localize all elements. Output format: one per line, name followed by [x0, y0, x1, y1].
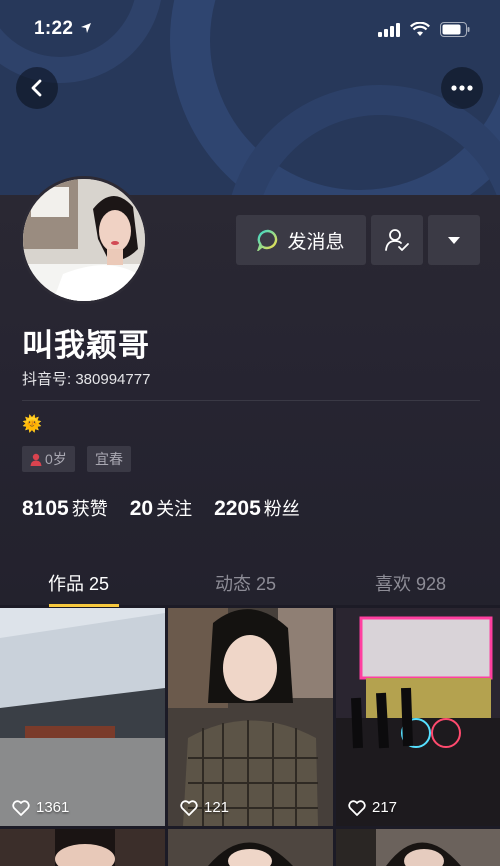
stat-value: 20 — [129, 497, 154, 520]
like-count-value: 217 — [372, 799, 398, 816]
chat-bubble-icon — [257, 229, 278, 251]
status-time: 1:22 — [34, 18, 74, 39]
send-message-button[interactable]: 发消息 — [236, 215, 366, 265]
video-grid: 1361 121 217 — [0, 608, 500, 866]
age-tag: 0岁 — [22, 446, 75, 472]
stat-value: 8105 — [22, 497, 69, 520]
bio-emoji: 🌞 — [22, 416, 42, 433]
active-tab-indicator — [49, 604, 119, 607]
battery-icon — [440, 22, 470, 37]
like-count-value: 121 — [204, 799, 230, 816]
stat-label: 获赞 — [71, 499, 108, 519]
video-thumbnail[interactable] — [336, 829, 500, 866]
stat-value: 2205 — [214, 497, 261, 520]
more-options-button[interactable] — [441, 67, 483, 109]
send-message-label: 发消息 — [287, 231, 345, 253]
female-user-icon — [30, 453, 42, 466]
video-thumbnail-image — [336, 608, 500, 826]
douyin-id: 抖音号: 380994777 — [22, 371, 151, 388]
stat-label: 关注 — [156, 499, 193, 519]
stat-following[interactable]: 20 关注 — [130, 495, 192, 521]
video-thumbnail-image — [0, 608, 165, 826]
avatar[interactable] — [20, 176, 148, 304]
heart-icon — [180, 799, 198, 816]
location-arrow-icon — [81, 23, 91, 33]
video-thumbnail[interactable]: 217 — [336, 608, 500, 826]
divider — [22, 400, 480, 401]
caret-down-icon — [448, 236, 460, 244]
video-thumbnail-image — [168, 608, 333, 826]
status-bar: 1:22 — [0, 0, 500, 60]
video-thumbnail[interactable]: 121 — [168, 608, 333, 826]
more-actions-dropdown[interactable] — [428, 215, 480, 265]
video-thumbnail[interactable]: 1361 — [0, 608, 165, 826]
like-count: 121 — [180, 799, 229, 816]
tab-dynamics[interactable]: 动态 25 — [215, 570, 276, 596]
stat-likes[interactable]: 8105 获赞 — [22, 495, 108, 521]
stat-label: 粉丝 — [263, 499, 300, 519]
chevron-left-icon — [31, 79, 42, 97]
heart-icon — [348, 799, 366, 816]
cellular-signal-icon — [378, 22, 400, 37]
avatar-photo — [23, 179, 145, 301]
user-check-icon — [385, 229, 409, 251]
tab-works[interactable]: 作品 25 — [48, 570, 109, 596]
age-label: 0岁 — [45, 451, 67, 467]
like-count: 217 — [348, 799, 397, 816]
back-button[interactable] — [16, 67, 58, 109]
wifi-icon — [410, 22, 430, 36]
location-label: 宜春 — [95, 451, 123, 467]
profile-name: 叫我颖哥 — [22, 328, 150, 363]
video-thumbnail-image — [336, 829, 500, 866]
like-count-value: 1361 — [36, 799, 70, 816]
video-thumbnail[interactable] — [0, 829, 165, 866]
followed-button[interactable] — [371, 215, 423, 265]
profile-stats: 8105 获赞 20 关注 2205 粉丝 — [22, 495, 300, 521]
video-thumbnail-image — [0, 829, 165, 866]
heart-icon — [12, 799, 30, 816]
video-thumbnail[interactable] — [168, 829, 333, 866]
content-tabs: 作品 25 动态 25 喜欢 928 — [0, 560, 500, 608]
location-tag: 宜春 — [87, 446, 131, 472]
tab-likes[interactable]: 喜欢 928 — [375, 570, 446, 596]
more-dots-icon — [451, 85, 473, 91]
like-count: 1361 — [12, 799, 69, 816]
video-thumbnail-image — [168, 829, 333, 866]
stat-followers[interactable]: 2205 粉丝 — [214, 495, 300, 521]
